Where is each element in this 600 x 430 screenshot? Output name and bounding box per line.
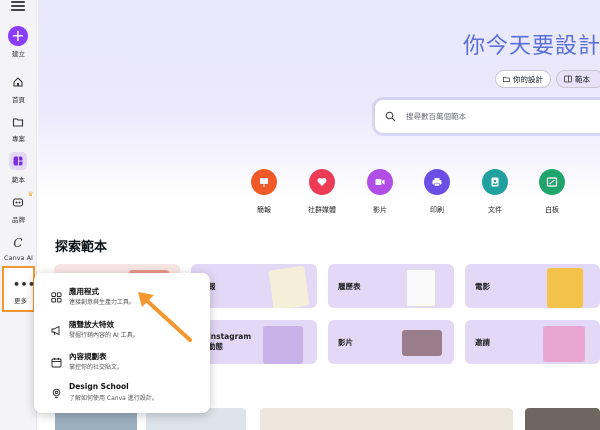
video-icon	[367, 169, 393, 195]
card-thumbnail	[263, 326, 303, 364]
folder-icon[interactable]	[9, 113, 27, 131]
category-label: 社群媒體	[308, 206, 336, 214]
search-input[interactable]: 搜尋數百萬個範本	[374, 99, 600, 134]
template-card[interactable]: 邀請	[465, 320, 600, 364]
menu-item-desc: 了解如何使用 Canva 進行設計。	[69, 395, 158, 402]
card-thumbnail	[543, 326, 585, 362]
hero-title: 你今天要設計些	[463, 34, 600, 59]
tab-your-designs[interactable]: 你的設計	[495, 70, 551, 88]
template-card[interactable]: 履歷表	[328, 264, 454, 308]
card-label: 履歷表	[338, 282, 361, 291]
more-icon[interactable]: •••	[13, 278, 36, 291]
card-thumbnail	[402, 330, 442, 356]
card-label: 影片	[338, 338, 353, 347]
category-social-media[interactable]: 社群媒體	[297, 169, 347, 215]
menu-item-title: 內容規劃表	[69, 352, 107, 361]
search-icon	[385, 111, 396, 122]
templates-icon[interactable]	[9, 152, 27, 170]
lightbulb-icon	[50, 387, 62, 399]
category-label: 印刷	[430, 206, 444, 214]
menu-item-title: 應用程式	[69, 287, 99, 296]
heart-icon	[309, 169, 335, 195]
presentation-icon	[251, 169, 277, 195]
category-print[interactable]: 印刷	[412, 169, 462, 215]
category-docs[interactable]: 文件	[470, 169, 520, 215]
document-icon	[482, 169, 508, 195]
menu-item-desc: 發掘行銷內容的 AI 工具。	[69, 332, 139, 339]
folder-icon	[503, 76, 510, 82]
sidebar: + 建立 首頁 專案 範本 ♛ 品牌 C Canva AI ••• 更多	[0, 0, 37, 430]
create-label: 建立	[12, 50, 25, 58]
template-card[interactable]: 電影	[465, 264, 600, 308]
templates-icon	[564, 75, 572, 83]
template-card[interactable]: 影片	[328, 320, 454, 364]
menu-item-design-school[interactable]: Design School 了解如何使用 Canva 進行設計。	[34, 380, 210, 412]
calendar-icon	[50, 356, 62, 368]
whiteboard-icon	[539, 169, 565, 195]
category-label: 文件	[488, 206, 502, 214]
tab-your-designs-label: 你的設計	[513, 74, 543, 84]
sidebar-item-projects[interactable]: 專案	[0, 133, 37, 143]
card-label: 電影	[475, 282, 490, 291]
menu-icon[interactable]	[11, 1, 25, 11]
card-thumbnail	[406, 269, 436, 307]
card-label: Instagram 動態	[208, 332, 252, 351]
card-thumbnail	[547, 268, 583, 308]
annotation-arrow	[138, 292, 192, 342]
megaphone-icon	[50, 324, 62, 336]
category-presentation[interactable]: 簡報	[239, 169, 289, 215]
menu-item-title: 隨聲放大特效	[69, 320, 114, 329]
category-video[interactable]: 影片	[355, 169, 405, 215]
menu-item-desc: 連接創意與生產力工具。	[69, 299, 136, 306]
menu-item-desc: 掌控你的社交貼文。	[69, 364, 124, 371]
category-label: 影片	[373, 206, 387, 214]
brand-icon[interactable]	[9, 193, 27, 211]
design-thumbnail[interactable]	[260, 408, 513, 430]
canva-ai-icon[interactable]: C	[9, 234, 27, 252]
tab-templates-label: 範本	[575, 74, 590, 84]
card-label: 邀請	[475, 338, 490, 347]
design-thumbnail[interactable]	[525, 408, 600, 430]
sidebar-item-templates[interactable]: 範本	[0, 174, 37, 184]
card-thumbnail	[268, 265, 310, 308]
tab-templates[interactable]: 範本	[556, 70, 600, 88]
search-placeholder: 搜尋數百萬個範本	[406, 112, 466, 121]
section-title: 探索範本	[55, 240, 108, 255]
apps-icon	[50, 291, 62, 303]
category-label: 白板	[545, 206, 559, 214]
sidebar-item-home[interactable]: 首頁	[0, 94, 37, 104]
printer-icon	[424, 169, 450, 195]
create-button[interactable]: +	[8, 26, 28, 46]
sidebar-item-brand[interactable]: 品牌	[0, 214, 37, 224]
sidebar-item-canva-ai[interactable]: Canva AI	[0, 254, 37, 262]
category-label: 簡報	[257, 206, 271, 214]
home-icon[interactable]	[9, 73, 27, 91]
category-whiteboard[interactable]: 白板	[527, 169, 577, 215]
menu-item-content-planner[interactable]: 內容規劃表 掌控你的社交貼文。	[34, 349, 210, 381]
more-highlight-box[interactable]: ••• 更多	[2, 266, 35, 312]
menu-item-title: Design School	[69, 382, 129, 391]
crown-icon: ♛	[28, 191, 34, 198]
